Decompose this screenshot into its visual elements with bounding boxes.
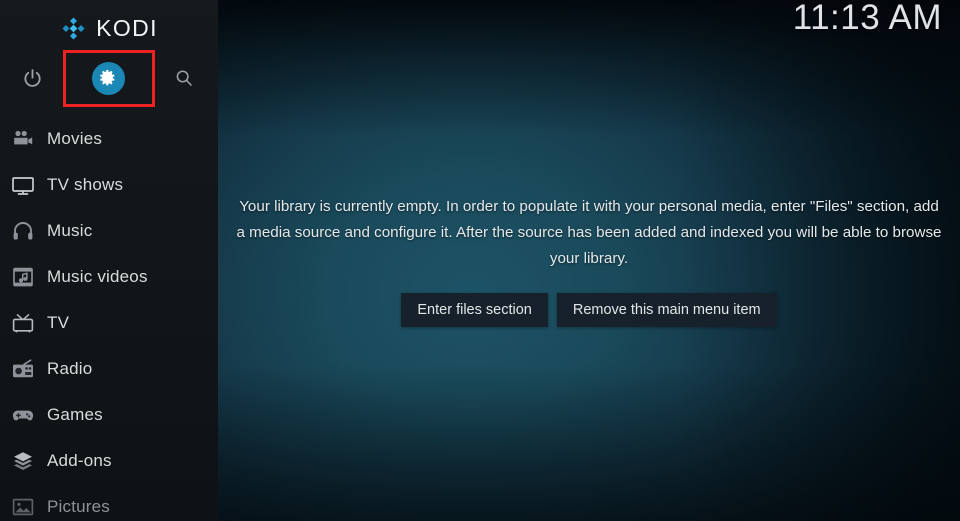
sidebar-item-tv-shows[interactable]: TV shows bbox=[0, 162, 218, 208]
empty-library-message: Your library is currently empty. In orde… bbox=[236, 198, 942, 267]
app-logo: KODI bbox=[0, 11, 218, 45]
sidebar-item-label: Add-ons bbox=[47, 451, 112, 470]
tv-monitor-icon bbox=[10, 172, 36, 198]
sidebar-item-movies[interactable]: Movies bbox=[0, 116, 218, 162]
settings-button[interactable] bbox=[92, 62, 125, 95]
power-button[interactable] bbox=[18, 64, 46, 92]
search-button[interactable] bbox=[170, 64, 198, 92]
sidebar-item-label: Radio bbox=[47, 359, 93, 378]
sidebar-item-add-ons[interactable]: Add-ons bbox=[0, 438, 218, 484]
sidebar: KODI Movies TV shows Music Music videos … bbox=[0, 0, 218, 521]
pictures-icon bbox=[10, 494, 36, 520]
sidebar-item-music-videos[interactable]: Music videos bbox=[0, 254, 218, 300]
empty-library-actions: Enter files section Remove this main men… bbox=[401, 293, 777, 327]
sidebar-top-actions bbox=[0, 50, 218, 106]
sidebar-item-pictures[interactable]: Pictures bbox=[0, 484, 218, 521]
sidebar-item-label: Pictures bbox=[47, 497, 111, 516]
sidebar-item-tv[interactable]: TV bbox=[0, 300, 218, 346]
retro-tv-icon bbox=[10, 310, 36, 336]
sidebar-item-games[interactable]: Games bbox=[0, 392, 218, 438]
app-logo-text: KODI bbox=[96, 14, 158, 41]
power-icon bbox=[23, 68, 41, 87]
sidebar-item-label: Music videos bbox=[47, 267, 148, 286]
radio-icon bbox=[10, 356, 36, 382]
sidebar-item-music[interactable]: Music bbox=[0, 208, 218, 254]
sidebar-item-label: Games bbox=[47, 405, 103, 424]
addons-boxes-icon bbox=[10, 448, 36, 474]
film-music-icon bbox=[10, 264, 36, 290]
empty-library-panel: Your library is currently empty. In orde… bbox=[218, 0, 960, 521]
gamepad-icon bbox=[10, 402, 36, 428]
sidebar-item-label: Movies bbox=[47, 129, 103, 148]
sidebar-item-label: Music bbox=[47, 221, 93, 240]
enter-files-section-button[interactable]: Enter files section bbox=[401, 293, 548, 327]
movie-camera-icon bbox=[10, 126, 36, 152]
sidebar-item-label: TV bbox=[47, 313, 70, 332]
gear-icon bbox=[100, 69, 115, 86]
headphones-icon bbox=[10, 218, 36, 244]
kodi-home-screen: 11:13 AM Your library is currently empty… bbox=[0, 0, 960, 521]
sidebar-item-label: TV shows bbox=[47, 175, 124, 194]
search-icon bbox=[176, 70, 192, 86]
remove-main-menu-item-button[interactable]: Remove this main menu item bbox=[556, 293, 777, 327]
sidebar-item-radio[interactable]: Radio bbox=[0, 346, 218, 392]
sidebar-menu: Movies TV shows Music Music videos TV Ra… bbox=[0, 116, 218, 521]
clock: 11:13 AM bbox=[792, 0, 942, 37]
kodi-logo-icon bbox=[62, 16, 85, 40]
